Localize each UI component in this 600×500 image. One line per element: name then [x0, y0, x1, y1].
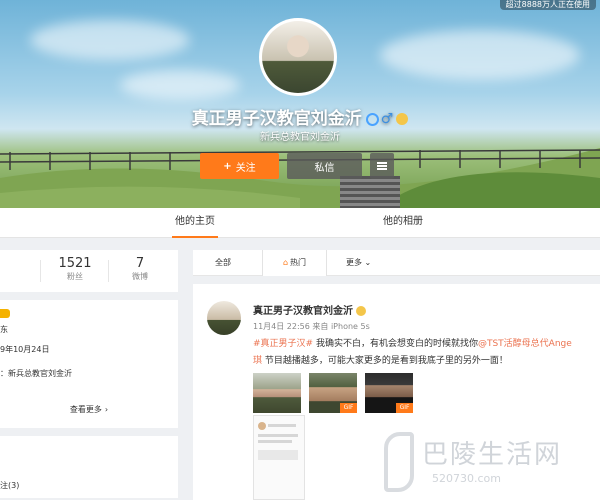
mini-line	[258, 434, 298, 437]
mini-box	[258, 450, 298, 460]
feed-tabs: 全部 ⌂ 热门 更多 ⌄	[193, 250, 600, 276]
menu-icon	[377, 162, 387, 170]
verified-icon[interactable]	[365, 112, 379, 126]
emoji-icon	[356, 306, 366, 316]
watermark-url: 520730.com	[432, 472, 501, 485]
fans-stat[interactable]: 1521 粉丝	[45, 256, 105, 282]
top-badge: 超过8888万人正在使用	[499, 0, 596, 10]
profile-intro: 新兵总教官刘金沂	[260, 132, 340, 143]
mini-line	[258, 440, 292, 443]
follow-button[interactable]: + 关注	[200, 153, 279, 179]
view-more-link[interactable]: 查看更多 ›	[0, 404, 178, 415]
weibo-label: 微博	[132, 272, 148, 281]
profile-tabbar: 他的主页 他的相册	[0, 208, 600, 238]
site-watermark: 巴陵生活网 520730.com	[380, 428, 600, 500]
feed-tab-more[interactable]: 更多 ⌄	[346, 250, 371, 276]
follow-label: 关注	[235, 162, 256, 174]
male-icon: ♂	[380, 111, 394, 127]
gif-badge: GIF	[396, 403, 413, 413]
stats-card: 1521 粉丝 7 微博	[0, 250, 178, 292]
mention-link[interactable]: @TST活醇母总代Ange	[478, 339, 572, 349]
follows-card: 注(3)	[0, 436, 178, 498]
gif-badge: GIF	[340, 403, 357, 413]
mini-line	[268, 424, 296, 427]
weibo-count: 7	[135, 256, 145, 271]
left-sidebar: 1521 粉丝 7 微博 东 9年10月24日 ：新兵总教官刘金沂 查看更多 › …	[0, 250, 178, 500]
fans-count: 1521	[58, 256, 92, 271]
post-image-gif[interactable]: GIF	[365, 373, 413, 413]
chevron-right-icon: ›	[104, 405, 109, 414]
mention-link-cont[interactable]: 琪	[253, 356, 262, 366]
weibo-stat[interactable]: 7 微博	[115, 256, 165, 282]
post-author[interactable]: 真正男子汉教官刘金沂	[253, 302, 366, 317]
feed-tab-hot[interactable]: ⌂ 热门	[262, 250, 327, 276]
watermark-logo-icon	[384, 432, 414, 492]
profile-name-row: 真正男子汉教官刘金沂 ♂	[0, 104, 600, 129]
post-text: #真正男子汉# 我确实不白，有机会想变白的时候就找你@TST活醇母总代Ange …	[253, 336, 600, 370]
hashtag-link[interactable]: #真正男子汉#	[253, 339, 313, 349]
cloud	[120, 70, 240, 100]
profile-avatar[interactable]	[259, 18, 337, 96]
divider	[108, 260, 109, 282]
follows-label[interactable]: 注(3)	[0, 480, 19, 491]
info-date: 9年10月24日	[0, 345, 50, 354]
chevron-down-icon: ⌄	[364, 258, 372, 267]
level-badge[interactable]	[0, 309, 10, 318]
tab-home[interactable]: 他的主页	[172, 208, 218, 238]
cloud	[380, 30, 580, 80]
feed-tab-more-label: 更多	[346, 258, 362, 267]
post-image[interactable]	[253, 373, 301, 413]
info-card: 东 9年10月24日 ：新兵总教官刘金沂 查看更多 ›	[0, 300, 178, 428]
profile-name: 真正男子汉教官刘金沂	[191, 109, 362, 129]
more-menu-button[interactable]	[370, 153, 394, 179]
post-author-name: 真正男子汉教官刘金沂	[253, 306, 353, 317]
feed-tab-hot-label: 热门	[290, 258, 307, 267]
post-image-gif[interactable]: GIF	[309, 373, 357, 413]
stone-steps	[340, 176, 400, 208]
plus-icon: +	[223, 160, 232, 172]
emoji-icon	[396, 113, 409, 125]
post-images: GIF GIF	[253, 373, 413, 413]
info-location: 东	[0, 325, 8, 334]
view-more-label: 查看更多	[69, 405, 102, 414]
post-text-part: 我确实不白，有机会想变白的时候就找你	[313, 339, 478, 349]
mini-avatar	[258, 422, 266, 430]
tab-album[interactable]: 他的相册	[380, 208, 426, 238]
post-text-part: 节目越播越多，可能大家更多的是看到我底子里的另外一面！	[262, 356, 508, 366]
info-bio: ：新兵总教官刘金沂	[0, 369, 72, 378]
post-author-avatar[interactable]	[207, 301, 241, 335]
message-button[interactable]: 私信	[287, 153, 362, 179]
post-meta: 11月4日 22:56 来自 iPhone 5s	[253, 322, 370, 331]
watermark-text: 巴陵生活网	[422, 440, 563, 470]
message-label: 私信	[314, 162, 335, 174]
fire-icon: ⌂	[282, 258, 289, 267]
post-screenshot-image[interactable]	[253, 415, 305, 500]
cloud	[30, 20, 190, 60]
fans-label: 粉丝	[67, 272, 83, 281]
divider	[40, 260, 41, 282]
feed-tab-all[interactable]: 全部	[215, 250, 231, 276]
